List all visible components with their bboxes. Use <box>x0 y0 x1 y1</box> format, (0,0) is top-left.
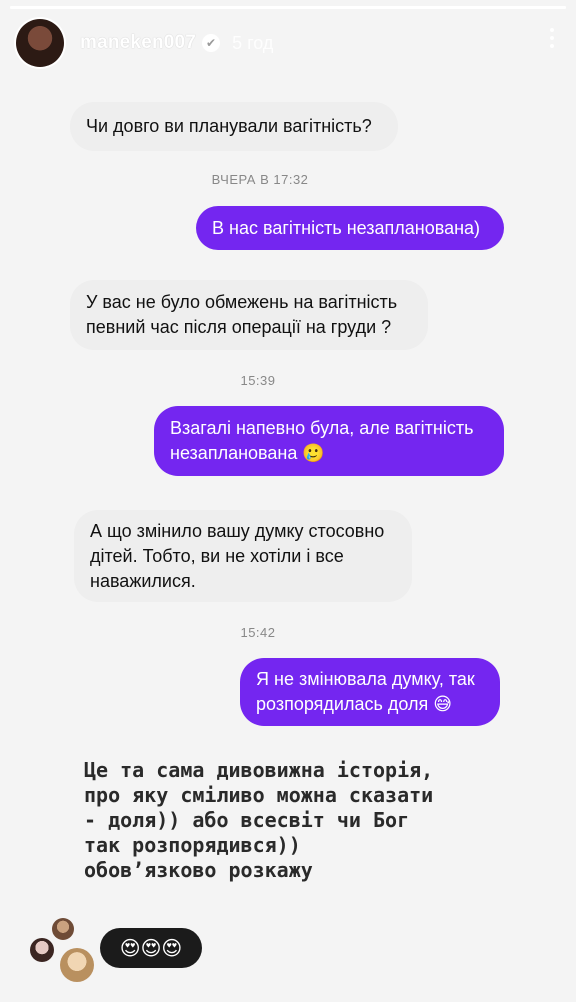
incoming-message-2: У вас не було обмежень на вагітність пев… <box>70 280 428 350</box>
story-caption-text: Це та сама дивовижна історія, про яку см… <box>84 758 434 882</box>
viewer-avatar <box>30 938 54 962</box>
viewer-avatars[interactable] <box>30 918 100 982</box>
outgoing-message-2: Взагалі напевно була, але вагітність нез… <box>154 406 504 476</box>
verified-badge-icon: ✔ <box>202 34 221 52</box>
emoji-reaction-button[interactable]: 😍😍😍 <box>100 928 202 968</box>
more-options-icon[interactable] <box>548 28 556 48</box>
avatar[interactable] <box>16 19 64 67</box>
timestamp-3: 15:42 <box>240 625 276 640</box>
timestamp-2: 15:39 <box>240 373 276 388</box>
post-time: 5 год <box>232 32 274 53</box>
username[interactable]: maneken007 <box>80 32 196 54</box>
story-header: maneken007 ✔ 5 год <box>16 18 560 68</box>
viewer-avatar <box>52 918 74 940</box>
timestamp-1: ВЧЕРА В 17:32 <box>211 172 309 187</box>
story-progress-fill <box>10 6 566 9</box>
outgoing-message-3: Я не змінювала думку, так розпорядилась … <box>240 658 500 726</box>
story-progress-bar <box>10 6 566 9</box>
outgoing-message-1: В нас вагітність незапланована) <box>196 206 504 250</box>
incoming-message-1: Чи довго ви планували вагітність? <box>70 102 398 151</box>
incoming-message-3: А що змінило вашу думку стосовно дітей. … <box>74 510 412 602</box>
viewer-avatar <box>60 948 94 982</box>
